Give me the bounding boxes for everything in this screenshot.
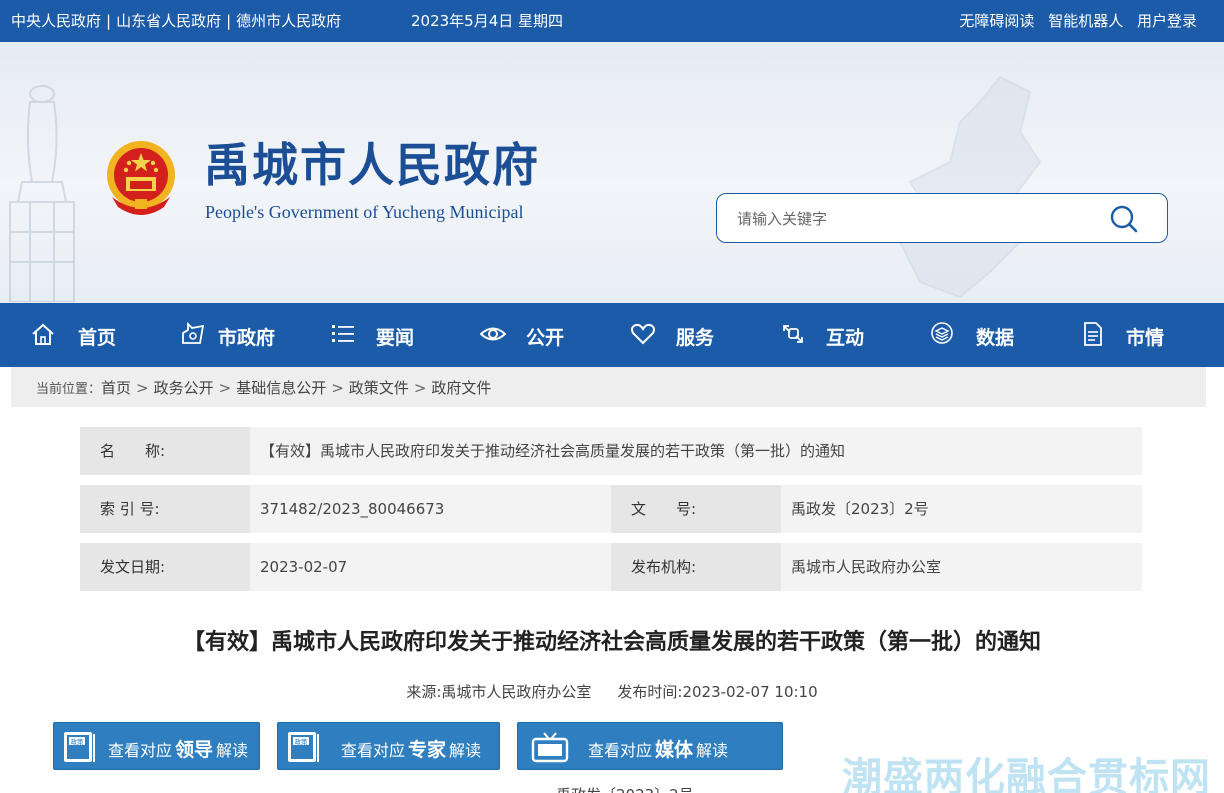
- media-interpretation-button[interactable]: 查看对应 媒体 解读: [517, 722, 783, 770]
- watermark-text: 潮盛两化融合贯标网: [842, 755, 1211, 793]
- home-icon: [32, 323, 54, 345]
- publisher-label: 发布机构:: [611, 543, 781, 591]
- name-label: 名 称:: [80, 427, 250, 475]
- search-icon[interactable]: [1109, 204, 1139, 234]
- search-box: [716, 193, 1168, 243]
- nav-item-service[interactable]: 服务: [630, 303, 730, 367]
- policy-icon-text: 政策: [295, 737, 309, 746]
- nav-item-data[interactable]: 数据: [930, 303, 1030, 367]
- info-row-index: 索 引 号: 371482/2023_80046673 文 号: 禹政发〔202…: [80, 485, 1142, 533]
- nav-label-interaction: 互动: [826, 327, 865, 349]
- name-value: 【有效】禹城市人民政府印发关于推动经济社会高质量发展的若干政策（第一批）的通知: [250, 427, 1142, 475]
- breadcrumb: 当前位置：首页 > 政务公开 > 基础信息公开 > 政策文件 > 政府文件: [11, 367, 1206, 407]
- index-value: 371482/2023_80046673: [250, 485, 611, 533]
- site-title: 禹城市人民政府: [204, 138, 540, 192]
- publisher-value: 禹城市人民政府办公室: [781, 543, 1142, 591]
- top-bar: 中央人民政府 | 山东省人民政府 | 德州市人民政府 2023年5月4日 星期四 无障碍…: [0, 0, 1224, 42]
- article-title: 【有效】禹城市人民政府印发关于推动经济社会高质量发展的若干政策（第一批）的通知: [182, 630, 1041, 655]
- article-source: 来源:禹城市人民政府办公室: [406, 683, 592, 701]
- nav-item-public[interactable]: 公开: [480, 303, 580, 367]
- separator: |: [106, 12, 112, 30]
- header-banner: 禹城市人民政府 People's Government of Yucheng M…: [0, 42, 1224, 303]
- breadcrumb-policy-docs[interactable]: 政策文件: [349, 379, 409, 397]
- nav-label-city-info: 市情: [1126, 327, 1165, 349]
- leader-interpretation-button[interactable]: 政策 查看对应 领导 解读: [53, 722, 260, 770]
- expert-interpretation-button[interactable]: 政策 查看对应 专家 解读: [277, 722, 500, 770]
- site-subtitle: People's Government of Yucheng Municipal: [205, 202, 524, 222]
- statue-illustration: [9, 85, 75, 302]
- article-doc-number: 禹政发〔2023〕2号: [556, 784, 694, 793]
- doc-number-value: 禹政发〔2023〕2号: [781, 485, 1142, 533]
- shandong-government-link[interactable]: 山东省人民政府: [116, 10, 221, 31]
- policy-icon-text: 政策: [71, 737, 85, 746]
- policy-book-icon: 政策: [64, 732, 95, 762]
- nav-item-home[interactable]: 首页: [30, 303, 130, 367]
- nav-item-city-info[interactable]: 市情: [1080, 303, 1180, 367]
- policy-book-icon: 政策: [288, 732, 319, 762]
- article-meta: 来源:禹城市人民政府办公室 发布时间:2023-02-07 10:10: [0, 681, 1224, 702]
- breadcrumb-lead: 当前位置：: [36, 382, 102, 397]
- breadcrumb-arrow: >: [413, 379, 427, 397]
- doc-number-label: 文 号:: [611, 485, 781, 533]
- breadcrumb-arrow: >: [331, 379, 344, 397]
- nav-item-interaction[interactable]: 互动: [780, 303, 880, 367]
- nav-label-data: 数据: [976, 327, 1015, 349]
- top-links: 中央人民政府 | 山东省人民政府 | 德州市人民政府: [11, 10, 341, 31]
- breadcrumb-arrow: >: [136, 379, 149, 397]
- nav-item-news[interactable]: 要闻: [330, 303, 430, 367]
- interaction-icon: [783, 325, 803, 343]
- breadcrumb-gov-affairs[interactable]: 政务公开: [154, 379, 214, 397]
- issue-date-value: 2023-02-07: [250, 543, 611, 591]
- robot-link[interactable]: 智能机器人: [1048, 12, 1123, 30]
- search-input[interactable]: [737, 207, 1097, 231]
- list-icon: [332, 325, 354, 342]
- accessibility-link[interactable]: 无障碍阅读: [959, 12, 1034, 30]
- article-publish-time: 发布时间:2023-02-07 10:10: [617, 683, 818, 701]
- national-emblem-icon: [107, 141, 175, 215]
- breadcrumb-basic-info[interactable]: 基础信息公开: [236, 379, 326, 397]
- data-icon: [931, 322, 953, 344]
- issue-date-label: 发文日期:: [80, 543, 250, 591]
- index-label: 索 引 号:: [80, 485, 250, 533]
- current-date: 2023年5月4日 星期四: [411, 12, 564, 30]
- tv-icon: [531, 732, 569, 763]
- central-government-link[interactable]: 中央人民政府: [11, 10, 101, 31]
- nav-label-news: 要闻: [376, 327, 415, 349]
- breadcrumb-arrow: >: [218, 379, 232, 397]
- dezhou-government-link[interactable]: 德州市人民政府: [236, 10, 341, 31]
- nav-label-public: 公开: [526, 327, 565, 349]
- leader-button-text: 查看对应 领导 解读: [108, 739, 249, 761]
- nav-label-government: 市政府: [218, 327, 276, 349]
- eye-icon: [480, 327, 506, 341]
- login-link[interactable]: 用户登录: [1137, 12, 1197, 30]
- government-icon: [182, 321, 205, 344]
- separator: |: [226, 12, 232, 30]
- main-navigation: 首页 市政府 要闻 公开 服务 互动 数据 市情: [0, 303, 1224, 367]
- nav-item-government[interactable]: 市政府: [180, 303, 290, 367]
- map-silhouette: [898, 75, 1042, 299]
- breadcrumb-home[interactable]: 首页: [101, 379, 131, 397]
- top-right-links: 无障碍阅读 智能机器人 用户登录: [950, 10, 1197, 31]
- nav-label-home: 首页: [78, 327, 117, 349]
- expert-button-text: 查看对应 专家 解读: [341, 739, 482, 761]
- info-row-name: 名 称: 【有效】禹城市人民政府印发关于推动经济社会高质量发展的若干政策（第一批…: [80, 427, 1142, 475]
- heart-icon: [631, 323, 655, 345]
- info-row-date: 发文日期: 2023-02-07 发布机构: 禹城市人民政府办公室: [80, 543, 1142, 591]
- media-button-text: 查看对应 媒体 解读: [588, 739, 729, 761]
- document-icon: [1084, 322, 1102, 346]
- breadcrumb-gov-docs[interactable]: 政府文件: [431, 379, 491, 397]
- nav-label-service: 服务: [676, 327, 715, 349]
